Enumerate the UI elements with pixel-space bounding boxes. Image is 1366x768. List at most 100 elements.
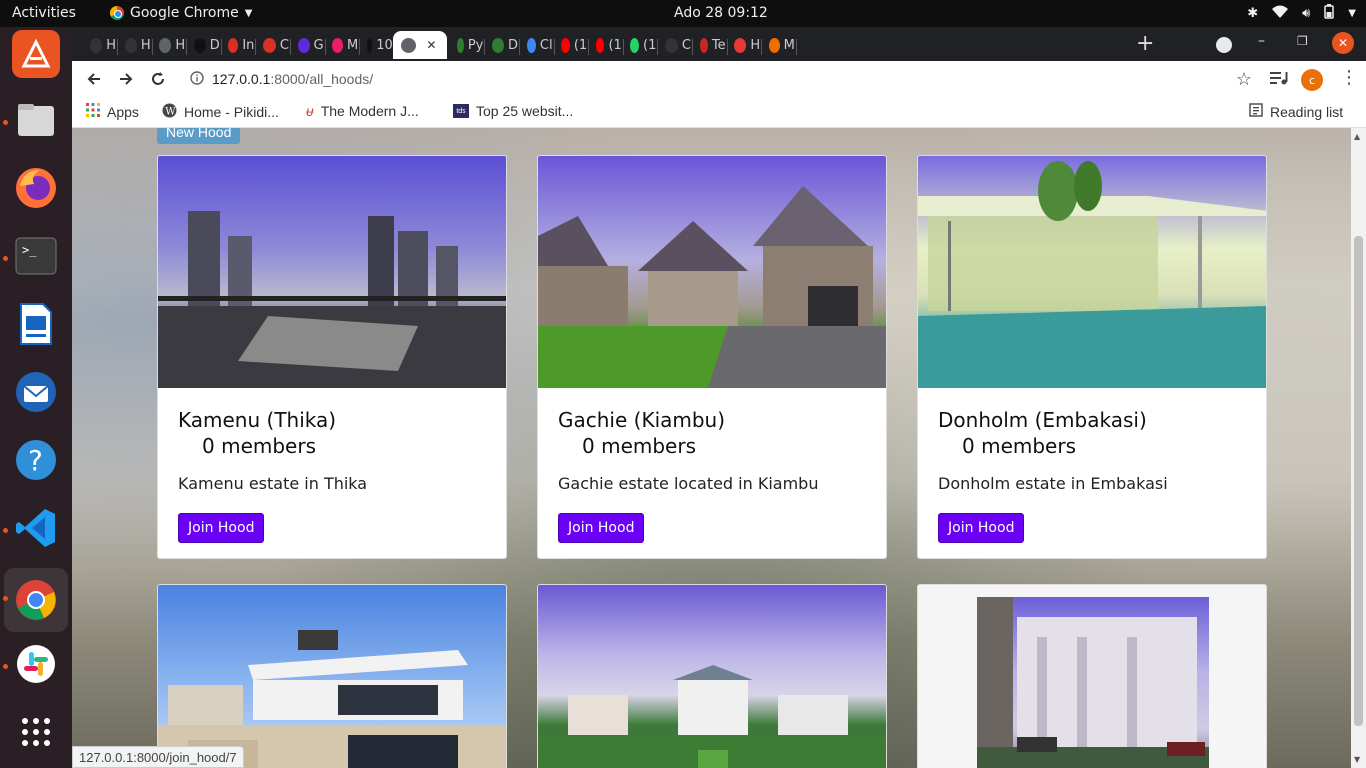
app-name: Google Chrome	[130, 5, 239, 21]
info-icon[interactable]	[190, 70, 204, 88]
activities-button[interactable]: Activities	[12, 5, 76, 21]
battery-icon[interactable]	[1324, 4, 1335, 23]
browser-tab[interactable]: D	[484, 31, 518, 59]
terminal-icon[interactable]: >_	[12, 232, 60, 280]
browser-tab[interactable]: C	[255, 31, 289, 59]
media-controls-icon[interactable]	[1270, 70, 1288, 90]
tab-title: D	[507, 37, 518, 53]
bookmark-item[interactable]: ᵾ The Modern J...	[306, 103, 419, 119]
help-icon[interactable]: ?	[12, 436, 60, 484]
url-path: :8000/all_hoods/	[270, 71, 374, 87]
wordpress-icon: W	[162, 103, 177, 121]
browser-tab[interactable]: 10	[359, 31, 393, 59]
join-hood-button[interactable]: Join Hood	[178, 513, 265, 543]
tab-favicon-icon	[228, 37, 239, 53]
slack-tray-icon[interactable]: ✱	[1247, 6, 1258, 21]
hood-card: Kamenu (Thika) 0 members Kamenu estate i…	[157, 155, 507, 559]
svg-text:>_: >_	[22, 243, 37, 257]
hood-description: Kamenu estate in Thika	[178, 474, 368, 493]
reload-icon[interactable]	[146, 67, 170, 91]
vscode-icon[interactable]	[12, 504, 60, 552]
reading-list-icon	[1249, 103, 1263, 120]
software-center-icon[interactable]	[12, 30, 60, 78]
profile-avatar[interactable]: c	[1301, 69, 1323, 91]
slack-icon[interactable]	[12, 640, 60, 688]
browser-tab[interactable]: H	[117, 31, 151, 59]
tab-favicon-icon	[124, 37, 137, 53]
tds-icon: tds	[453, 104, 469, 118]
tab-favicon-icon	[193, 37, 206, 53]
tab-search-icon[interactable]	[1216, 37, 1232, 53]
browser-tab[interactable]: (1	[588, 31, 622, 59]
bookmarks-bar: Apps W Home - Pikidi... ᵾ The Modern J..…	[72, 97, 1366, 128]
svg-text:?: ?	[28, 444, 43, 477]
browser-tab[interactable]: (1	[553, 31, 587, 59]
app-menu[interactable]: Google Chrome ▼	[110, 5, 252, 21]
bookmark-star-icon[interactable]: ☆	[1236, 69, 1252, 90]
close-tab-icon[interactable]: ✕	[426, 38, 436, 52]
minimize-window-icon[interactable]: –	[1258, 33, 1265, 49]
wifi-icon[interactable]	[1272, 5, 1289, 22]
show-apps-icon[interactable]	[12, 708, 60, 756]
browser-tab[interactable]: G	[290, 31, 324, 59]
system-tray[interactable]: ✱ 🔊︎ ▼	[1247, 4, 1356, 23]
system-top-bar: Activities Google Chrome ▼ Ado 28 09:12 …	[0, 0, 1366, 27]
clock[interactable]: Ado 28 09:12	[674, 5, 768, 21]
libreoffice-impress-icon[interactable]	[12, 300, 60, 348]
browser-tab[interactable]: (1	[622, 31, 656, 59]
browser-tab[interactable]: Te	[692, 31, 726, 59]
power-menu-icon[interactable]: ▼	[1348, 8, 1356, 19]
browser-tab[interactable]: In	[220, 31, 254, 59]
page-viewport: New Hood Kamenu (Thika) 0 members Kamenu…	[72, 128, 1351, 768]
reading-list[interactable]: Reading list	[1249, 103, 1343, 120]
browser-tab[interactable]: H	[151, 31, 185, 59]
bookmark-label: The Modern J...	[320, 103, 419, 119]
browser-tab[interactable]: C	[657, 31, 691, 59]
firefox-icon[interactable]	[12, 164, 60, 212]
bookmark-item[interactable]: W Home - Pikidi...	[162, 103, 279, 121]
page-scrollbar[interactable]: ▲ ▼	[1351, 128, 1366, 768]
address-bar[interactable]: 127.0.0.1:8000/all_hoods/ ☆	[180, 65, 1252, 93]
join-hood-button[interactable]: Join Hood	[938, 513, 1025, 543]
chrome-dock-icon[interactable]	[4, 568, 68, 632]
back-icon[interactable]	[82, 67, 106, 91]
scrollbar-thumb[interactable]	[1354, 236, 1363, 726]
scroll-down-arrow[interactable]: ▼	[1354, 755, 1360, 764]
tab-favicon-icon	[734, 37, 747, 53]
close-window-icon[interactable]: ✕	[1332, 32, 1354, 54]
tab-title: Py	[467, 37, 484, 53]
forward-icon[interactable]	[114, 67, 138, 91]
scroll-up-arrow[interactable]: ▲	[1354, 132, 1360, 141]
maximize-window-icon[interactable]: ❐	[1297, 34, 1308, 48]
hood-members: 0 members	[582, 434, 696, 458]
tab-title: C	[681, 37, 691, 53]
thunderbird-icon[interactable]	[12, 368, 60, 416]
new-hood-button[interactable]: New Hood	[157, 128, 241, 144]
bookmark-label: Top 25 websit...	[476, 103, 574, 119]
volume-icon[interactable]: 🔊︎	[1302, 6, 1310, 21]
reading-list-label: Reading list	[1270, 103, 1344, 120]
hood-image	[158, 156, 506, 388]
files-icon[interactable]	[12, 96, 60, 144]
browser-tab[interactable]: H	[726, 31, 760, 59]
chrome-menu-icon[interactable]: ⋮	[1340, 67, 1358, 88]
bookmark-apps[interactable]: Apps	[86, 103, 139, 120]
toolbar: 127.0.0.1:8000/all_hoods/ ☆ c ⋮	[72, 61, 1366, 97]
tab-title: (1	[608, 37, 622, 53]
bookmark-item[interactable]: tds Top 25 websit...	[453, 103, 573, 119]
browser-tab[interactable]: M	[324, 31, 358, 59]
hood-card	[157, 584, 507, 768]
tab-active[interactable]: ✕	[393, 31, 448, 59]
new-tab-icon[interactable]: +	[1136, 31, 1154, 56]
tab-favicon-icon	[561, 37, 570, 53]
browser-tab[interactable]: Cl	[519, 31, 553, 59]
browser-tab[interactable]: M	[761, 31, 795, 59]
browser-tab[interactable]: D	[186, 31, 220, 59]
hood-members: 0 members	[962, 434, 1076, 458]
bookmark-label: Apps	[107, 103, 139, 120]
tab-favicon-icon	[630, 37, 640, 53]
browser-tab[interactable]: Py	[449, 31, 483, 59]
apps-grid-icon	[86, 103, 100, 120]
join-hood-button[interactable]: Join Hood	[558, 513, 645, 543]
browser-tab[interactable]: H	[82, 31, 116, 59]
